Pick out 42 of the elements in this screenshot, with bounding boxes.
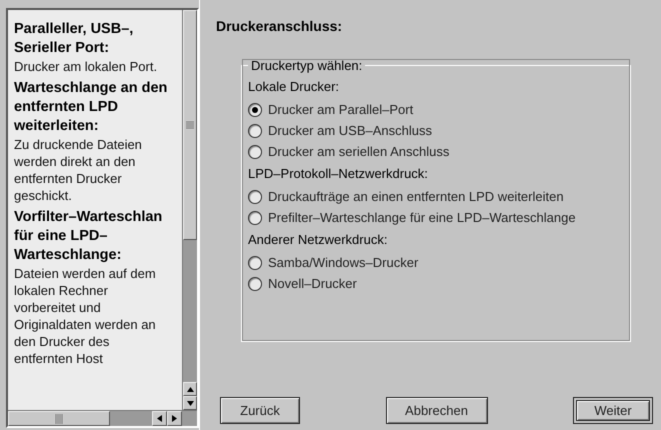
help-text: Drucker am lokalen Port. [14,58,158,75]
section-label: Lokale Drucker: [248,78,340,96]
scroll-thumb[interactable] [8,411,110,426]
horizontal-scrollbar[interactable] [8,410,197,426]
help-heading: Vorfilter–Warteschlan für eine LPD–Warteschlange: [14,208,164,265]
help-text: Dateien werden auf dem lokalen Rechner vorbereitet und Originaldaten werden an den Drucker des entfernten Host [14,265,157,367]
down-arrow-icon [186,400,194,406]
radio-button[interactable] [248,276,262,290]
dialog-button[interactable]: Abbrechen [386,397,488,424]
section-label: LPD–Protokoll–Netzwerkdruck: [248,165,429,183]
radio-button[interactable] [248,102,262,116]
scroll-down-button[interactable] [183,396,197,410]
radio-label[interactable]: Prefilter–Warteschlange für eine LPD–Warteschlange [268,207,576,228]
page-title: Druckeranschluss: [216,18,344,34]
up-arrow-icon [186,386,194,392]
help-heading: Warteschlange an den entfernten LPD weiterleiten: [14,79,168,136]
right-arrow-icon [172,415,177,422]
scroll-right-button[interactable] [167,411,182,426]
dialog-button[interactable]: Zurück [220,397,300,424]
radio-button[interactable] [248,190,262,204]
dialog-button[interactable]: Weiter [573,397,653,424]
scroll-thumb[interactable] [183,10,197,240]
radio-button[interactable] [248,210,262,224]
grip-icon [55,414,63,424]
radio-label[interactable]: Drucker am USB–Anschluss [268,120,432,141]
section-label: Anderer Netzwerkdruck: [248,231,388,249]
left-arrow-icon [157,415,162,422]
radio-button[interactable] [248,124,262,138]
help-heading: Paralleller, USB–, Serieller Port: [14,20,134,58]
radio-label[interactable]: Drucker am seriellen Anschluss [268,141,450,162]
scroll-left-button[interactable] [152,411,167,426]
radio-label[interactable]: Samba/Windows–Drucker [268,252,418,273]
radio-label[interactable]: Drucker am Parallel–Port [268,99,414,120]
grip-icon [186,121,194,129]
scroll-up-button[interactable] [183,382,197,396]
help-text: Zu druckende Dateien werden direkt an den entfernten Drucker geschickt. [14,136,143,204]
vertical-scrollbar[interactable] [182,10,197,410]
radio-button[interactable] [248,144,262,158]
radio-label[interactable]: Novell–Drucker [268,273,357,294]
radio-label[interactable]: Druckaufträge an einen entfernten LPD weiterleiten [268,186,564,207]
radio-button[interactable] [248,256,262,270]
group-legend: Druckertyp wählen: [248,58,366,73]
